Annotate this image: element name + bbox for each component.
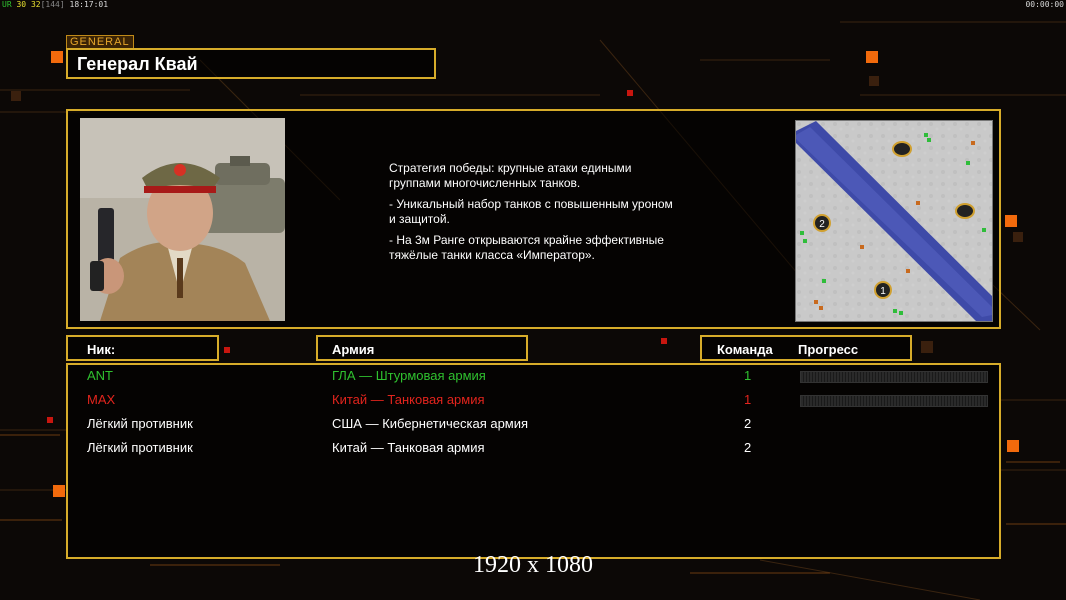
player-army: ГЛА — Штурмовая армия <box>332 368 486 383</box>
player-team: 2 <box>744 416 752 431</box>
player-nick: ANT <box>87 368 113 383</box>
player-team: 2 <box>744 440 752 455</box>
player-army: Китай — Танковая армия <box>332 392 485 407</box>
spawn-marker: 1 <box>874 281 892 299</box>
player-nick: Лёгкий противник <box>87 416 193 431</box>
game-timer: 00:00:00 <box>1025 0 1064 9</box>
player-row[interactable]: Лёгкий противник Китай — Танковая армия … <box>68 439 1003 461</box>
general-info-panel: Стратегия победы: крупные атаки едиными … <box>66 109 1001 329</box>
progress-bar <box>800 395 988 407</box>
player-row[interactable]: MAX Китай — Танковая армия 1 <box>68 391 1003 413</box>
description-paragraph: - Уникальный набор танков с повышенным у… <box>389 197 673 226</box>
player-row[interactable]: Лёгкий противник США — Кибернетическая а… <box>68 415 1003 437</box>
minimap[interactable]: 2 1 <box>795 120 993 322</box>
army-column-header: Армия <box>316 335 528 361</box>
nick-column-header: Ник: <box>66 335 219 361</box>
description-paragraph: - На 3м Ранге открываются крайне эффекти… <box>389 233 664 262</box>
fps-readout: UR 30 32[144] 18:17:01 <box>2 0 109 9</box>
resolution-label: 1920 x 1080 <box>473 552 593 578</box>
player-team: 1 <box>744 368 752 383</box>
team-progress-header: Команда Прогресс <box>700 335 912 361</box>
player-nick: MAX <box>87 392 116 407</box>
general-name: Генерал Квай <box>77 54 198 74</box>
team-header-label: Команда <box>717 342 773 357</box>
general-description: Стратегия победы: крупные атаки едиными … <box>389 161 749 269</box>
clock: 18:17:01 <box>69 0 109 9</box>
army-header-label: Армия <box>332 342 375 357</box>
general-title-box: Генерал Квай <box>66 48 436 79</box>
nick-header-label: Ник: <box>87 342 116 357</box>
svg-text:2: 2 <box>819 219 825 230</box>
player-team: 1 <box>744 392 752 407</box>
spawn-marker: 2 <box>813 214 831 232</box>
description-paragraph: Стратегия победы: крупные атаки едиными … <box>389 161 632 190</box>
player-army: Китай — Танковая армия <box>332 440 485 455</box>
progress-header-label: Прогресс <box>798 342 859 357</box>
player-list: ANT ГЛА — Штурмовая армия 1 MAX Китай — … <box>66 363 1001 559</box>
svg-text:1: 1 <box>880 286 886 297</box>
player-army: США — Кибернетическая армия <box>332 416 529 431</box>
general-portrait <box>80 118 285 321</box>
player-nick: Лёгкий противник <box>87 440 193 455</box>
progress-bar <box>800 371 988 383</box>
player-row[interactable]: ANT ГЛА — Штурмовая армия 1 <box>68 367 1003 389</box>
